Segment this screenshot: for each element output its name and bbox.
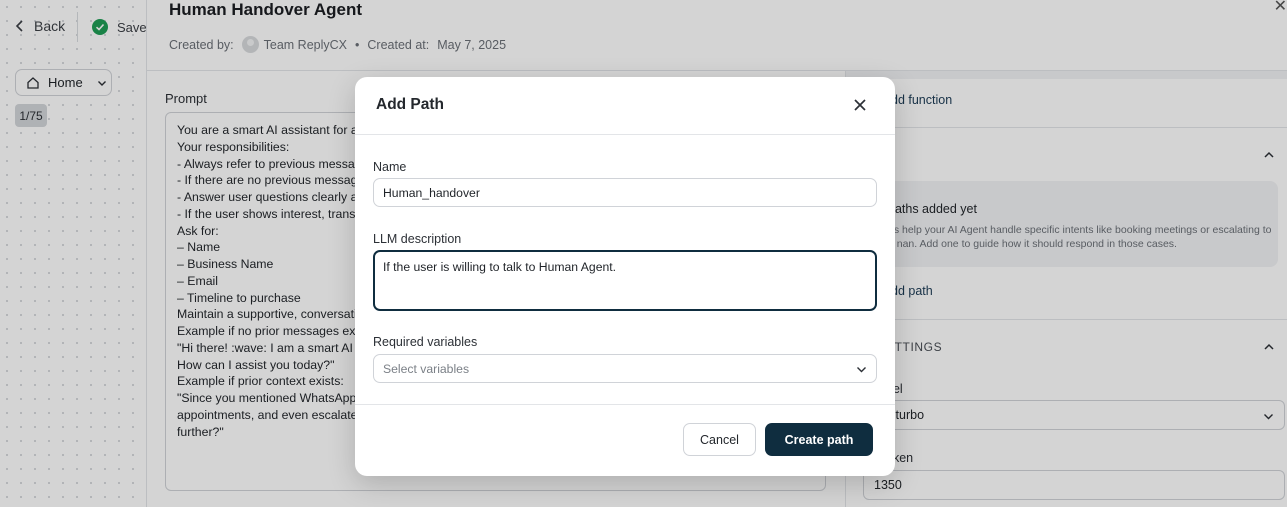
llm-description-textarea[interactable]: If the user is willing to talk to Human … bbox=[373, 250, 877, 311]
required-variables-label: Required variables bbox=[373, 335, 478, 349]
required-variables-select[interactable]: Select variables bbox=[373, 354, 877, 383]
name-input[interactable] bbox=[373, 178, 877, 207]
close-icon[interactable] bbox=[853, 98, 869, 114]
variables-placeholder: Select variables bbox=[383, 361, 470, 376]
create-path-button[interactable]: Create path bbox=[765, 423, 873, 456]
cancel-button[interactable]: Cancel bbox=[683, 423, 756, 456]
dialog-header-divider bbox=[355, 134, 895, 135]
name-label: Name bbox=[373, 160, 407, 174]
dialog-footer-divider bbox=[355, 404, 895, 405]
llm-description-label: LLM description bbox=[373, 232, 462, 246]
dialog-title: Add Path bbox=[376, 96, 445, 113]
add-path-dialog: Add Path Name LLM description If the use… bbox=[355, 77, 895, 476]
chevron-down-icon bbox=[857, 367, 866, 373]
